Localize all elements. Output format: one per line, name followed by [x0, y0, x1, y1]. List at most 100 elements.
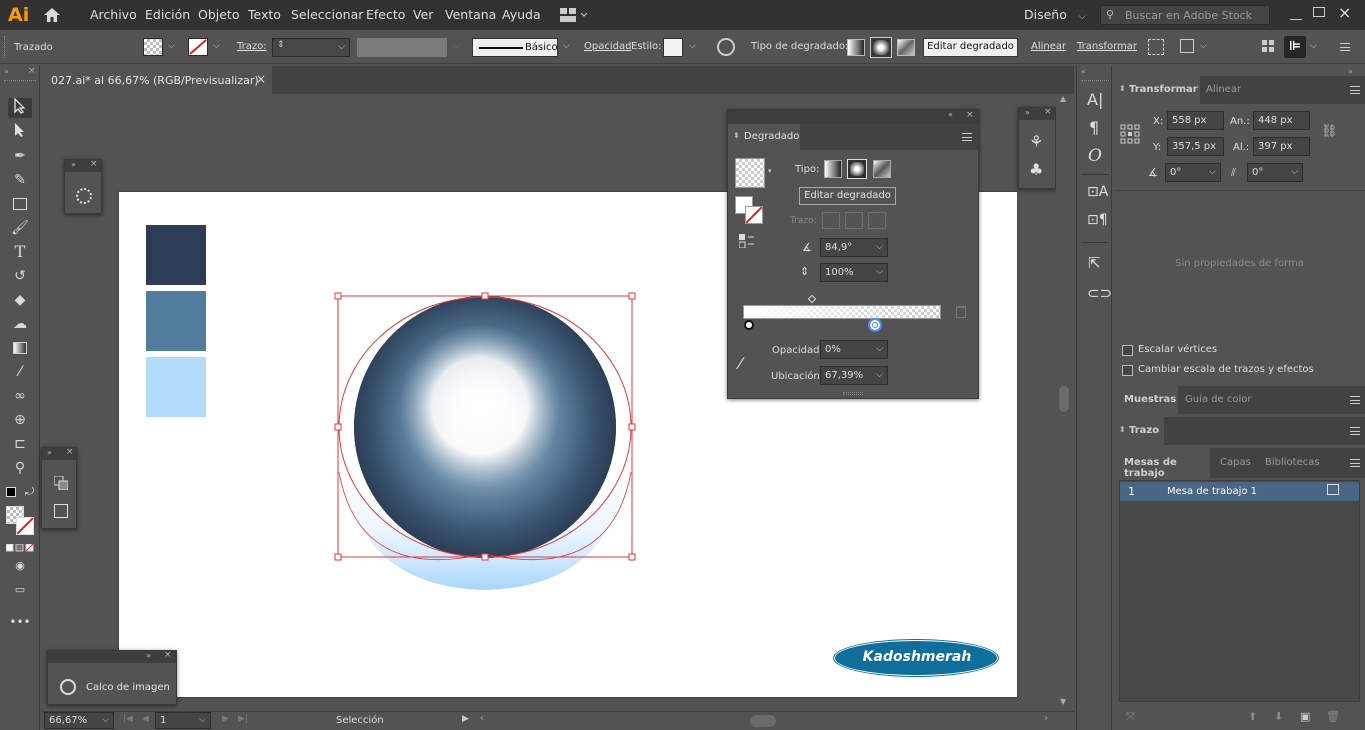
aspect-ratio-field[interactable]: 100% ⌵	[820, 263, 888, 282]
angle-field[interactable]: 84,9° ⌵	[820, 238, 888, 257]
image-trace-label[interactable]: Calco de imagen	[86, 682, 170, 693]
last-artboard-icon[interactable]: ▶|	[238, 714, 248, 724]
gradient-stop-start[interactable]	[744, 320, 754, 330]
next-artboard-icon[interactable]: ▶	[222, 714, 229, 724]
stroke-color-swatch[interactable]	[16, 517, 34, 535]
tab-expand-icon[interactable]: ⬍	[733, 131, 740, 140]
stroke-weight-field[interactable]: ⇕ ⌵	[272, 38, 350, 57]
move-up-icon[interactable]: ⬆	[1248, 710, 1257, 723]
brushes-icon[interactable]: ⚘	[1029, 132, 1043, 151]
swatches-tab[interactable]: Muestras	[1114, 386, 1178, 414]
location-field[interactable]: 67,39% ⌵	[820, 366, 888, 385]
chevron-down-icon[interactable]: ⌵	[199, 713, 206, 728]
arrange-grid-icon[interactable]	[1262, 40, 1274, 52]
reverse-gradient-icon[interactable]	[738, 234, 755, 249]
gradient-slider[interactable]	[743, 305, 941, 319]
chevron-down-icon[interactable]: ⌵	[689, 41, 696, 51]
gradient-preview-swatch[interactable]	[735, 158, 765, 188]
fill-dropdown-icon[interactable]: ⌵	[168, 41, 175, 51]
variable-width-profile[interactable]	[357, 38, 447, 57]
opentype-panel-icon[interactable]: O	[1088, 146, 1102, 166]
chevron-down-icon[interactable]: ⌵	[876, 264, 883, 281]
collapse-icon[interactable]: »	[1025, 108, 1030, 117]
dock-collapse-icon[interactable]: »	[1348, 67, 1353, 76]
rotate-tool-icon[interactable]: ↺	[8, 266, 32, 286]
color-swatch-mid[interactable]	[146, 291, 206, 351]
eyedropper-tool-icon[interactable]: ⁄	[8, 362, 32, 382]
control-bar-menu-icon[interactable]	[1340, 43, 1350, 51]
menu-efecto[interactable]: Efecto	[366, 7, 405, 22]
tab-libraries[interactable]: Bibliotecas	[1265, 457, 1320, 468]
direct-selection-tool-icon[interactable]	[8, 122, 32, 142]
close-icon[interactable]: ×	[966, 110, 974, 120]
opacity-label[interactable]: Opacidad	[584, 41, 631, 52]
stroke-label[interactable]: Trazo:	[237, 41, 267, 52]
properties-panel-icon[interactable]: ⊫	[1284, 36, 1306, 58]
transform-link[interactable]: Transformar	[1077, 41, 1137, 52]
character-panel-icon[interactable]: A|	[1087, 90, 1103, 109]
close-icon[interactable]: ×	[1044, 107, 1052, 117]
rotate-field[interactable]: 0° ⌵	[1165, 163, 1221, 182]
y-field[interactable]: 357,5 px	[1167, 137, 1224, 156]
horizontal-scroll-thumb[interactable]	[750, 715, 776, 727]
stroke-tab[interactable]: ⬍ Trazo	[1114, 417, 1164, 445]
panel-resize-grip[interactable]	[843, 392, 863, 395]
panel-menu-icon[interactable]	[1350, 459, 1360, 467]
chevron-down-icon[interactable]: ⌵	[453, 41, 460, 51]
stroke-dropdown-icon[interactable]: ⌵	[213, 41, 220, 51]
collapse-icon[interactable]: «	[948, 110, 953, 119]
column-collapse-icon[interactable]: «	[1081, 67, 1086, 76]
constrain-proportions-icon[interactable]: ⛓	[1321, 124, 1338, 139]
radial-type-button[interactable]	[847, 159, 867, 179]
artboard-options-icon[interactable]	[1327, 484, 1339, 495]
shear-field[interactable]: 0° ⌵	[1247, 163, 1303, 182]
close-icon[interactable]: ×	[66, 447, 74, 457]
menu-seleccionar[interactable]: Seleccionar	[291, 7, 363, 22]
reference-point-icon[interactable]	[1120, 124, 1140, 144]
panel-menu-icon[interactable]	[1350, 396, 1360, 404]
midpoint-diamond[interactable]	[807, 294, 817, 304]
scroll-left-icon[interactable]: ‹	[480, 713, 484, 724]
scale-strokes-checkbox[interactable]	[1122, 365, 1133, 376]
rectangle-tool-icon[interactable]	[8, 194, 32, 214]
chevron-down-icon[interactable]: ⌵	[338, 42, 345, 52]
vertical-scrollbar[interactable]: ▲ ▼	[1056, 94, 1072, 711]
collapse-icon[interactable]: »	[146, 651, 151, 660]
symbol-sprayer-icon[interactable]	[76, 188, 92, 204]
recolor-artwork-icon[interactable]	[717, 38, 735, 56]
scroll-right-icon[interactable]: ›	[1044, 713, 1048, 724]
document-tab[interactable]: 027.ai* al 66,67% (RGB/Previsualizar) ×	[42, 66, 272, 94]
freeform-gradient-button[interactable]	[897, 39, 915, 56]
scroll-thumb[interactable]	[1059, 386, 1069, 412]
image-trace-icon[interactable]	[60, 679, 76, 695]
scale-strokes-label[interactable]: Cambiar escala de trazos y efectos	[1138, 364, 1314, 375]
chevron-down-icon[interactable]: ⌵	[563, 41, 570, 51]
collapse-icon[interactable]: »	[71, 160, 76, 169]
radial-gradient-button[interactable]	[870, 37, 892, 58]
close-icon[interactable]: ×	[90, 159, 98, 169]
transform-icon[interactable]	[54, 504, 68, 518]
opacity-field[interactable]: 0% ⌵	[820, 340, 888, 359]
close-tab-icon[interactable]: ×	[256, 72, 266, 86]
chevron-down-icon[interactable]: ⌵	[1200, 41, 1207, 51]
prev-artboard-icon[interactable]: ◀	[142, 714, 149, 724]
gradient-stop-end[interactable]	[868, 318, 882, 332]
move-down-icon[interactable]: ⬇	[1274, 710, 1283, 723]
workspace-switcher[interactable]: Diseño ⌵	[1024, 7, 1086, 22]
paragraph-panel-icon[interactable]: ¶	[1089, 118, 1099, 137]
gradient-tool-icon[interactable]	[8, 338, 32, 358]
color-swatch-dark[interactable]	[146, 225, 206, 285]
align-link[interactable]: Alinear	[1031, 41, 1066, 52]
eraser-tool-icon[interactable]: ◆	[8, 290, 32, 310]
fill-stroke-indicator[interactable]	[735, 196, 763, 224]
symbols-icon[interactable]: ♣	[1029, 160, 1043, 179]
scale-corners-checkbox[interactable]	[1122, 345, 1133, 356]
sphere-artwork[interactable]	[319, 282, 649, 602]
tab-align[interactable]: Alinear	[1206, 84, 1241, 95]
links-icon[interactable]: ⊂⊃	[1087, 284, 1112, 302]
isolate-object-icon[interactable]	[1148, 39, 1164, 55]
scale-corners-label[interactable]: Escalar vértices	[1138, 344, 1217, 355]
stock-search-field[interactable]: ⚲ Buscar en Adobe Stock	[1100, 5, 1270, 25]
delete-artboard-icon[interactable]: 🗑	[1326, 710, 1340, 723]
character-styles-icon[interactable]: ⊡A	[1087, 184, 1108, 200]
